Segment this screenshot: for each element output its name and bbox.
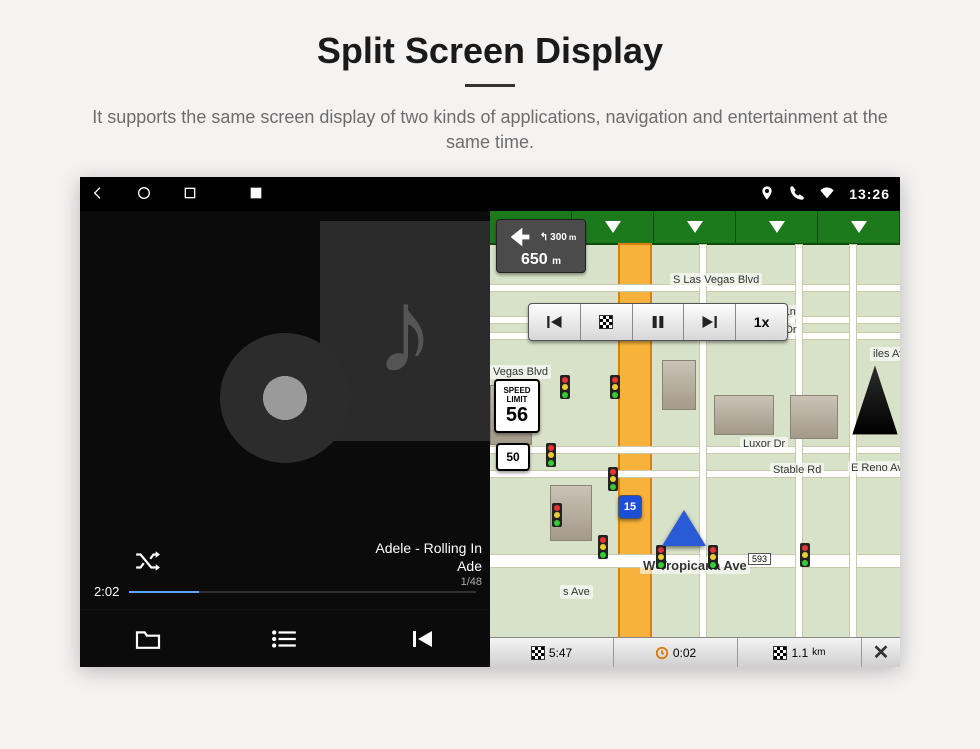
traffic-light-icon (598, 535, 608, 559)
music-pane: ♪ Adele - Rolling In Ade 1/48 2:02 (80, 211, 490, 667)
traffic-light-icon (610, 375, 620, 399)
picture-icon (248, 185, 264, 204)
vehicle-position-icon (662, 510, 706, 546)
building (852, 365, 898, 435)
lane-arrow (736, 211, 818, 243)
page-title: Split Screen Display (0, 30, 980, 72)
prev-button[interactable] (529, 304, 581, 340)
wifi-icon (819, 185, 835, 204)
street-label: Luxor Dr (740, 437, 788, 451)
street-label: E Reno Ave (848, 461, 900, 475)
time-remaining[interactable]: 0:02 (614, 638, 738, 667)
close-button[interactable]: ✕ (862, 638, 900, 667)
street-label: S Las Vegas Blvd (670, 273, 762, 287)
arrival-time[interactable]: 5:47 (490, 638, 614, 667)
speed-button[interactable]: 1x (736, 304, 787, 340)
street-label: Vegas Blvd (490, 365, 551, 379)
route-shield: 50 (496, 443, 530, 471)
location-icon (759, 185, 775, 204)
building (714, 395, 774, 435)
checkered-flag-icon[interactable] (581, 304, 633, 340)
device-frame: 13:26 ♪ Adele - Rolling In Ade (80, 177, 900, 667)
turn-left-icon (506, 223, 534, 251)
playlist-button[interactable] (265, 619, 305, 659)
traffic-light-icon (656, 545, 666, 569)
street-label: Stable Rd (770, 463, 824, 477)
clock-icon (655, 646, 669, 660)
traffic-light-icon (608, 467, 618, 491)
title-underline (465, 84, 515, 87)
flag-icon (773, 646, 787, 660)
previous-track-button[interactable] (402, 619, 442, 659)
road (796, 245, 802, 637)
track-meta: Adele - Rolling In Ade 1/48 (375, 539, 482, 590)
lane-arrow (818, 211, 900, 243)
record-disc (220, 333, 350, 463)
building (790, 395, 838, 439)
elapsed-time: 2:02 (94, 584, 119, 599)
page-description: It supports the same screen display of t… (70, 105, 910, 155)
turn-instruction[interactable]: ↰ 300m 650 m (496, 219, 586, 273)
music-note-icon: ♪ (375, 262, 435, 400)
building (662, 360, 696, 410)
route-badge: 593 (748, 553, 771, 565)
progress-bar[interactable] (129, 591, 476, 593)
street-label: s Ave (560, 585, 593, 599)
traffic-light-icon (800, 543, 810, 567)
status-bar: 13:26 (80, 177, 900, 211)
flag-icon (531, 646, 545, 660)
road (490, 471, 900, 477)
street-label: iles Ave (870, 347, 900, 361)
track-index: 1/48 (375, 575, 482, 589)
track-artist: Ade (375, 557, 482, 575)
map-media-controls: 1x (528, 303, 788, 341)
nav-bottom-bar: 5:47 0:02 1.1 km ✕ (490, 637, 900, 667)
shuffle-button[interactable] (134, 550, 160, 577)
interstate-shield: 15 (618, 495, 642, 519)
pause-button[interactable] (633, 304, 685, 340)
next-button[interactable] (684, 304, 736, 340)
road (850, 245, 856, 637)
home-icon[interactable] (136, 185, 152, 204)
lane-arrow (654, 211, 736, 243)
clock: 13:26 (849, 186, 890, 202)
traffic-light-icon (546, 443, 556, 467)
traffic-light-icon (560, 375, 570, 399)
distance-remaining[interactable]: 1.1 km (738, 638, 862, 667)
back-icon[interactable] (90, 185, 106, 204)
phone-icon (789, 185, 805, 204)
speed-limit-sign: SPEED LIMIT 56 (494, 379, 540, 433)
browse-button[interactable] (128, 619, 168, 659)
navigation-pane: 15 S Las Vegas Blvd Koval Ln Duke Elling… (490, 211, 900, 667)
traffic-light-icon (708, 545, 718, 569)
track-title: Adele - Rolling In (375, 539, 482, 557)
traffic-light-icon (552, 503, 562, 527)
recent-apps-icon[interactable] (182, 185, 198, 204)
